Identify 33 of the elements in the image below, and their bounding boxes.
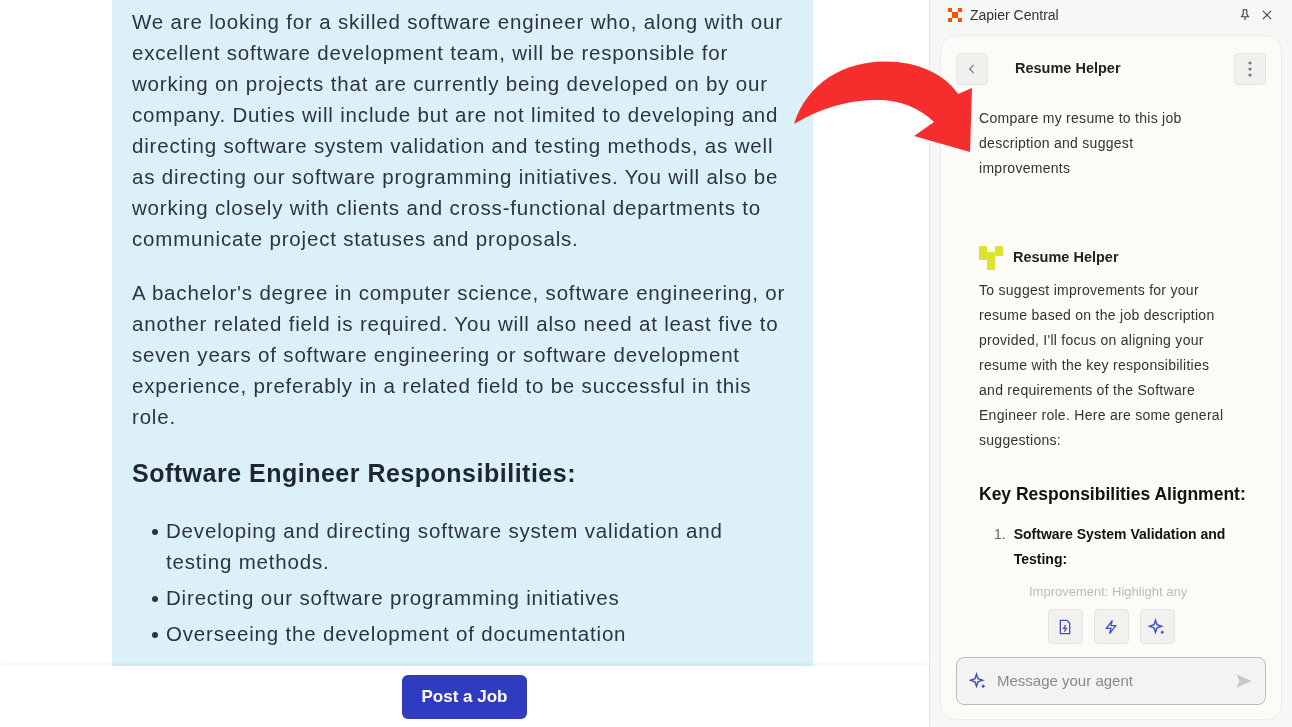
close-icon[interactable] (1260, 8, 1274, 22)
bullet-icon (152, 631, 158, 638)
agent-name: Resume Helper (1013, 248, 1119, 268)
sparkle-button[interactable] (1139, 609, 1175, 644)
job-paragraph: A bachelor's degree in computer science, software engineering, or another related field is required. You will also need at least five to seven years of software engineering or software development experience, preferably in a related field to be successful in this role. (132, 280, 787, 430)
reply-heading: Key Responsibilities Alignment: (979, 483, 1247, 506)
bullet-icon (152, 528, 158, 535)
message-input[interactable]: Message your agent (997, 669, 1225, 693)
sparkle-icon (1148, 617, 1166, 636)
list-item-title: Software System Validation and Testing: (1013, 525, 1227, 570)
lightning-icon (1103, 618, 1119, 635)
responsibility-item: Directing our software programming initiatives (166, 584, 620, 611)
agent-title: Resume Helper (1015, 59, 1122, 79)
job-paragraph: We are looking for a skilled software engineer who, along with our excellent software development team, will be responsible for working on projects that are currently being developed on by our company. Duties will include but are not limited to developing and directing software system validation and testing methods, as well as directing our software programming initiatives. You will also be working closely with clients and cross-functional departments to communicate project statuses and proposals. (132, 9, 784, 252)
message-field[interactable]: Message your agent (956, 657, 1266, 705)
faded-reply-text: Improvement: Highlight any (1029, 584, 1189, 601)
responsibility-item: Overseeing the development of documentation (166, 620, 627, 647)
list-number: 1. (994, 525, 1006, 545)
document-bolt-icon (1057, 618, 1073, 635)
agent-avatar-icon (979, 246, 1003, 270)
logo-icon (948, 8, 962, 22)
responsibility-item: Developing and directing software system validation and testing methods. (166, 517, 724, 575)
file-button[interactable] (1047, 609, 1083, 644)
user-message: Compare my resume to this job description and suggest improvements (979, 109, 1183, 178)
section-heading: Software Engineer Responsibilities: (132, 458, 577, 489)
panel-title: Zapier Central (970, 5, 1060, 25)
sparkle-icon (969, 672, 987, 690)
bullet-icon (152, 595, 158, 602)
post-job-button[interactable]: Post a Job (401, 674, 528, 719)
agent-reply-text: To suggest improvements for your resume based on the job description provided, I'll focus on aligning your resume with the key responsibilities and requirements of the Software Engineer role. Here are some general suggestions: (979, 281, 1225, 450)
vertical-dots-icon (1248, 61, 1252, 77)
actions-button[interactable] (1093, 609, 1129, 644)
pin-icon[interactable] (1238, 8, 1252, 22)
